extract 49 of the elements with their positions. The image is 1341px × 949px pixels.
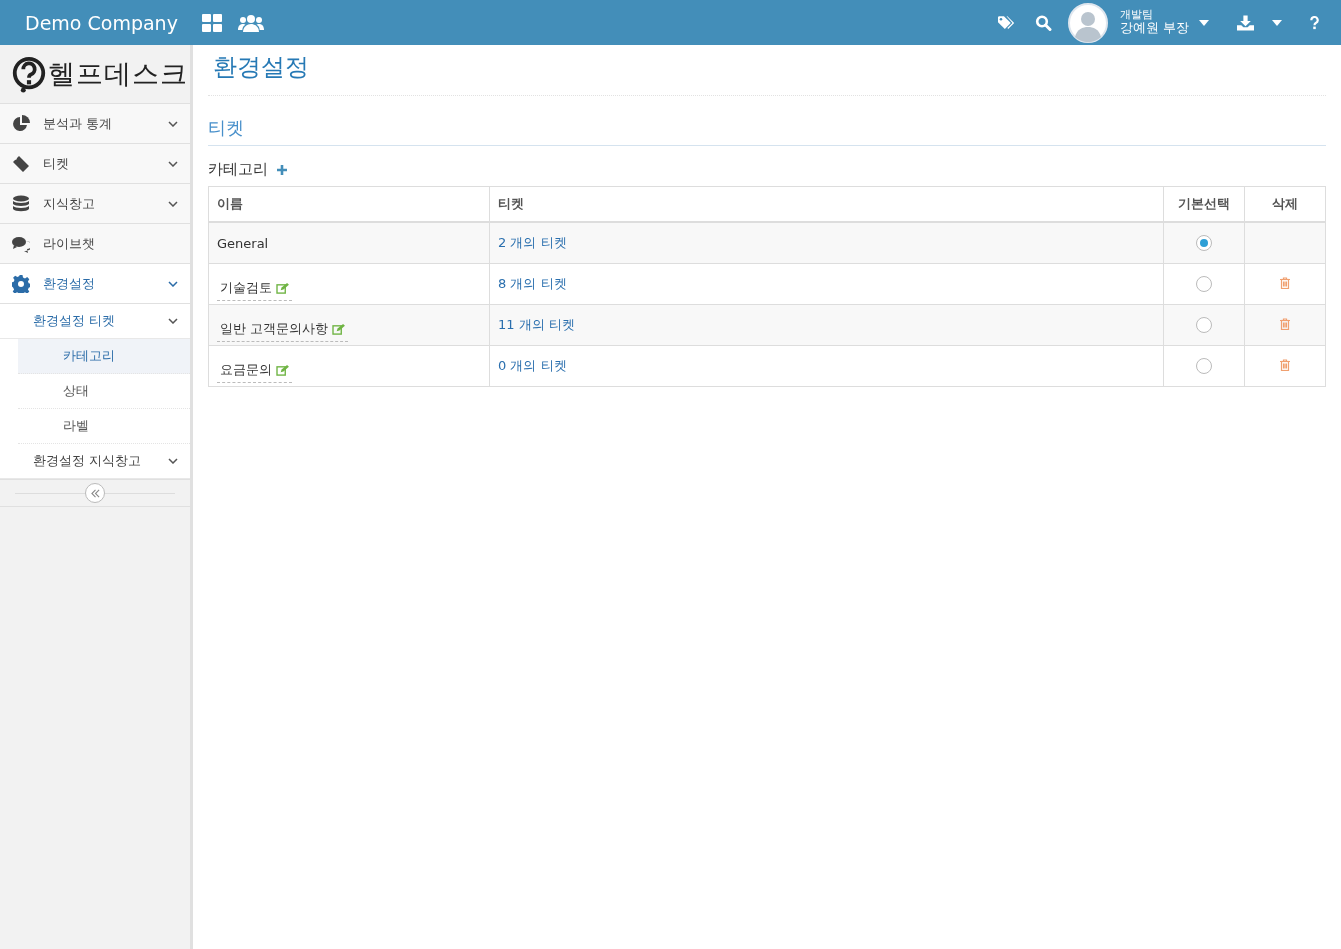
caret-icon (1272, 19, 1282, 26)
submenu-link[interactable]: 라벨 (18, 409, 190, 444)
ticket-count-link[interactable]: 0 개의 티켓 (498, 358, 567, 373)
headset-question-icon (10, 55, 48, 93)
collapse-button[interactable] (85, 483, 105, 503)
tags-icon[interactable] (997, 14, 1015, 31)
grid-icon[interactable] (201, 13, 222, 32)
nav-icon (12, 274, 30, 293)
caret-icon (1199, 19, 1209, 26)
ticket-count-link[interactable]: 11 개의 티켓 (498, 317, 575, 332)
chevron-icon (168, 458, 178, 464)
nav-item[interactable]: 지식창고 (0, 184, 190, 224)
users-icon[interactable] (237, 13, 264, 32)
editable-name[interactable]: 요금문의 (217, 355, 292, 383)
company-name[interactable]: Demo Company (25, 11, 178, 34)
default-radio[interactable] (1196, 276, 1212, 293)
submenu-link[interactable]: 카테고리 (18, 339, 190, 374)
help-icon[interactable] (1310, 14, 1319, 31)
page-title: 환경설정 (208, 51, 1326, 96)
default-radio[interactable] (1196, 358, 1212, 375)
nav-item[interactable]: 티켓 (0, 144, 190, 184)
nav-icon (12, 234, 30, 253)
nav-item[interactable]: 라이브챗 (0, 224, 190, 264)
category-name: General (217, 235, 269, 251)
ticket-count-link[interactable]: 8 개의 티켓 (498, 276, 567, 291)
section-title: 티켓 (208, 116, 1326, 146)
nav-item[interactable]: 분석과 통계 (0, 104, 190, 144)
search-icon[interactable] (1034, 14, 1052, 31)
chevron-icon (168, 318, 178, 324)
add-icon[interactable] (277, 164, 287, 175)
trash-icon[interactable] (1280, 276, 1290, 289)
ticket-count-link[interactable]: 2 개의 티켓 (498, 235, 567, 250)
submenu-link[interactable]: 상태 (18, 374, 190, 409)
editable-name[interactable]: 기술검토 (217, 273, 292, 301)
nav-icon (12, 114, 30, 133)
trash-icon[interactable] (1280, 358, 1290, 371)
logo-text: 헬프데스크 (48, 57, 188, 91)
default-radio[interactable] (1196, 235, 1212, 252)
download-icon (1237, 14, 1254, 31)
trash-icon[interactable] (1280, 317, 1290, 330)
user-menu[interactable]: 개발팀 강예원 부장 (1067, 2, 1219, 43)
avatar-icon (1067, 2, 1108, 43)
default-radio[interactable] (1196, 317, 1212, 334)
submenu-item[interactable]: 환경설정 지식창고 (0, 444, 190, 479)
nav-icon (12, 154, 30, 173)
nav-item[interactable]: 환경설정 (0, 264, 190, 304)
subsection-title: 카테고리 (208, 160, 268, 179)
double-chevron-left-icon (90, 488, 100, 498)
nav-icon (12, 194, 30, 213)
